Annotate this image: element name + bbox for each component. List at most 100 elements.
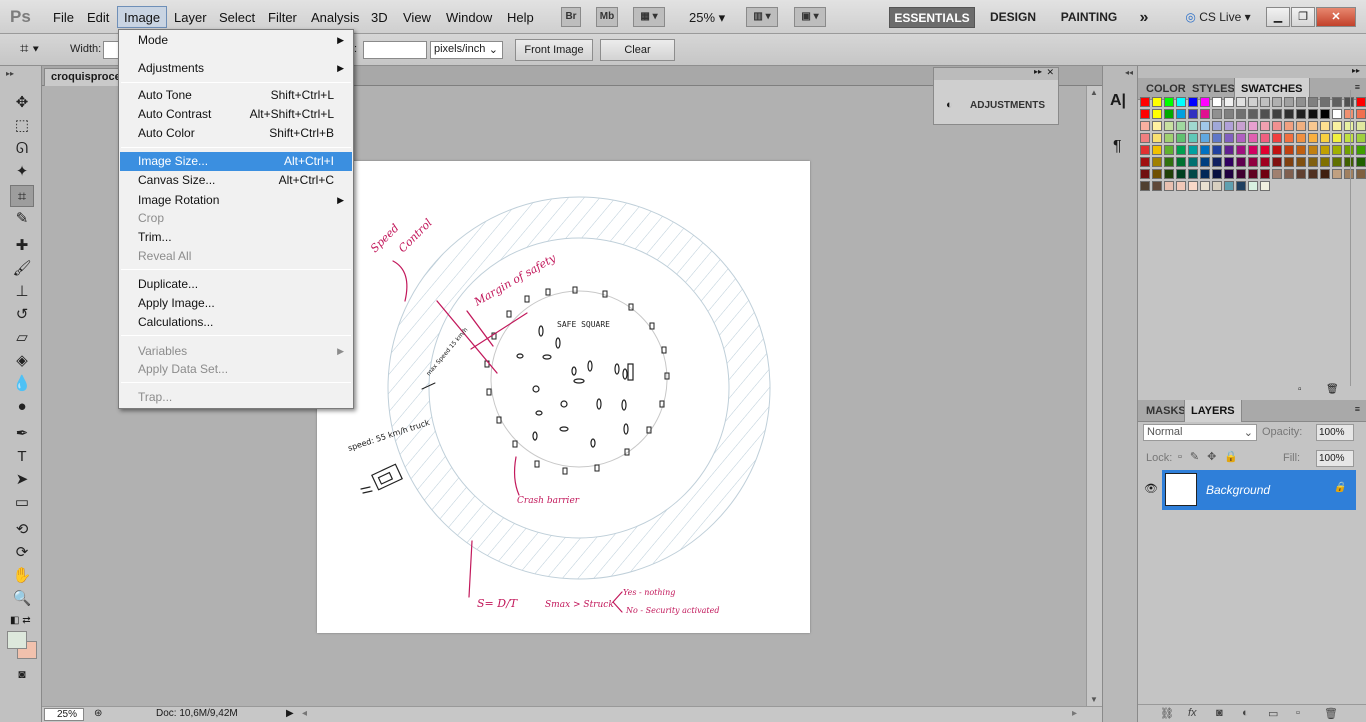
color-swatch[interactable] [1272, 169, 1282, 179]
color-swatch[interactable] [1152, 109, 1162, 119]
color-swatch[interactable] [1332, 157, 1342, 167]
collapse-panel-icon[interactable]: ▸▸ [1034, 67, 1042, 76]
menu-item-image-rotation[interactable]: Image Rotation ▶ [120, 191, 352, 210]
scroll-down-icon[interactable]: ▼ [1090, 695, 1098, 704]
color-swatch[interactable] [1284, 133, 1294, 143]
color-swatch[interactable] [1320, 157, 1330, 167]
color-swatch[interactable] [1248, 181, 1258, 191]
color-swatch[interactable] [1224, 145, 1234, 155]
color-swatch[interactable] [1272, 109, 1282, 119]
color-swatch[interactable] [1260, 97, 1270, 107]
color-swatch[interactable] [1332, 97, 1342, 107]
color-swatch[interactable] [1152, 169, 1162, 179]
menu-image[interactable]: Image [117, 6, 168, 28]
vertical-scrollbar[interactable]: ▲ ▼ [1086, 86, 1102, 706]
color-swatch[interactable] [1224, 97, 1234, 107]
fill-field[interactable]: 100% [1316, 450, 1354, 467]
color-swatch[interactable] [1140, 121, 1150, 131]
menu-item-auto-contrast[interactable]: Auto Contrast Alt+Shift+Ctrl+L [120, 105, 352, 124]
color-swatch[interactable] [1332, 145, 1342, 155]
color-swatch[interactable] [1260, 169, 1270, 179]
menu-edit[interactable]: Edit [87, 10, 109, 25]
color-swatch[interactable] [1212, 157, 1222, 167]
color-swatch[interactable] [1188, 121, 1198, 131]
color-swatch[interactable] [1200, 181, 1210, 191]
color-swatch[interactable] [1308, 133, 1318, 143]
color-swatch[interactable] [1272, 97, 1282, 107]
color-swatch[interactable] [1272, 145, 1282, 155]
menu-filter[interactable]: Filter [268, 10, 297, 25]
menu-window[interactable]: Window [446, 10, 492, 25]
scroll-right-icon[interactable]: ▸ [1072, 708, 1077, 719]
color-swatch[interactable] [1320, 121, 1330, 131]
paint-bucket-tool-icon[interactable]: ◈ [10, 350, 34, 372]
3d-rotate-tool-icon[interactable]: ⟲ [10, 519, 34, 541]
add-mask-icon[interactable]: ◙ [1216, 707, 1223, 719]
color-swatch[interactable] [1176, 97, 1186, 107]
expand-dock-icon[interactable]: ◂◂ [1125, 68, 1133, 77]
tab-layers[interactable]: LAYERS [1184, 400, 1242, 422]
maximize-button[interactable]: ❐ [1291, 7, 1315, 27]
color-swatch[interactable] [1308, 145, 1318, 155]
color-swatch[interactable] [1152, 157, 1162, 167]
color-swatch[interactable] [1224, 181, 1234, 191]
hand-tool-icon[interactable]: ✋ [10, 565, 34, 587]
zoom-level[interactable]: 25% ▾ [689, 10, 725, 26]
color-swatch[interactable] [1188, 145, 1198, 155]
color-swatch[interactable] [1212, 109, 1222, 119]
visibility-eye-icon[interactable]: 👁 [1144, 482, 1158, 495]
color-swatch[interactable] [1296, 169, 1306, 179]
mini-bridge-button[interactable]: Mb [596, 7, 618, 27]
menu-item-canvas-size[interactable]: Canvas Size... Alt+Ctrl+C [120, 171, 352, 190]
color-swatch[interactable] [1212, 121, 1222, 131]
adjustment-layer-icon[interactable]: ◐ [1242, 707, 1249, 719]
menu-item-duplicate[interactable]: Duplicate... [120, 275, 352, 294]
type-tool-icon[interactable]: T [10, 446, 34, 468]
color-swatch[interactable] [1296, 145, 1306, 155]
color-swatch[interactable] [1320, 145, 1330, 155]
color-swatch[interactable] [1332, 169, 1342, 179]
color-swatch[interactable] [1284, 97, 1294, 107]
color-swatch[interactable] [1320, 109, 1330, 119]
color-swatch[interactable] [1236, 181, 1246, 191]
document-canvas[interactable]: SAFE SQUARE Speed Control Margin of safe… [317, 161, 810, 633]
color-swatch[interactable] [1236, 145, 1246, 155]
color-swatch[interactable] [1140, 169, 1150, 179]
color-swatch[interactable] [1272, 157, 1282, 167]
color-swatch[interactable] [1260, 157, 1270, 167]
color-swatch[interactable] [1296, 97, 1306, 107]
color-swatch[interactable] [1188, 97, 1198, 107]
rectangle-tool-icon[interactable]: ▭ [10, 492, 34, 514]
color-swatch[interactable] [1248, 169, 1258, 179]
clone-stamp-tool-icon[interactable]: ⊥ [10, 281, 34, 303]
new-group-icon[interactable]: ▭ [1268, 707, 1278, 720]
color-swatch[interactable] [1164, 181, 1174, 191]
color-swatch[interactable] [1200, 97, 1210, 107]
color-swatch[interactable] [1188, 133, 1198, 143]
close-button[interactable]: ✕ [1316, 7, 1356, 27]
menu-layer[interactable]: Layer [174, 10, 207, 25]
color-swatch[interactable] [1308, 97, 1318, 107]
color-swatch[interactable] [1224, 133, 1234, 143]
color-swatch[interactable] [1320, 97, 1330, 107]
color-swatch[interactable] [1260, 109, 1270, 119]
screen-mode-button[interactable]: ▣ ▾ [794, 7, 826, 27]
character-panel-icon[interactable]: A| [1110, 92, 1126, 110]
color-swatch[interactable] [1260, 121, 1270, 131]
paragraph-panel-icon[interactable]: ¶ [1113, 138, 1122, 156]
color-swatch[interactable] [1308, 157, 1318, 167]
color-swatch[interactable] [1140, 145, 1150, 155]
color-swatch[interactable] [1236, 121, 1246, 131]
color-swatch[interactable] [1272, 121, 1282, 131]
color-swatch[interactable] [1308, 109, 1318, 119]
color-swatch[interactable] [1308, 121, 1318, 131]
color-swatch[interactable] [1284, 157, 1294, 167]
color-swatch[interactable] [1260, 133, 1270, 143]
new-layer-icon[interactable]: ▫ [1296, 707, 1300, 719]
adjustments-title[interactable]: ADJUSTMENTS [970, 100, 1045, 111]
quick-mask-icon[interactable]: ◙ [10, 663, 34, 685]
color-swatch[interactable] [1212, 145, 1222, 155]
color-swatch[interactable] [1248, 145, 1258, 155]
color-swatch[interactable] [1140, 133, 1150, 143]
menu-item-adjustments[interactable]: Adjustments ▶ [120, 59, 352, 78]
